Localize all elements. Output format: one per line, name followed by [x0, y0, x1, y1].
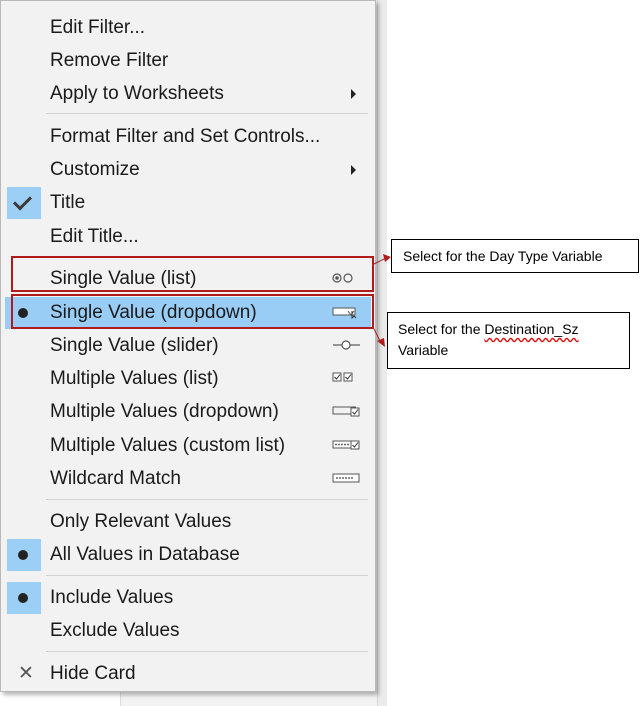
callout-day-type-text: Select for the Day Type Variable: [403, 248, 603, 264]
callout-destination: Select for the Destination_Sz Variable: [387, 312, 630, 369]
callout-destination-variable: Destination_Sz: [484, 321, 579, 337]
callout-day-type: Select for the Day Type Variable: [391, 239, 639, 273]
callout-destination-prefix: Select for the: [398, 321, 485, 337]
callout-destination-suffix: Variable: [398, 342, 449, 358]
